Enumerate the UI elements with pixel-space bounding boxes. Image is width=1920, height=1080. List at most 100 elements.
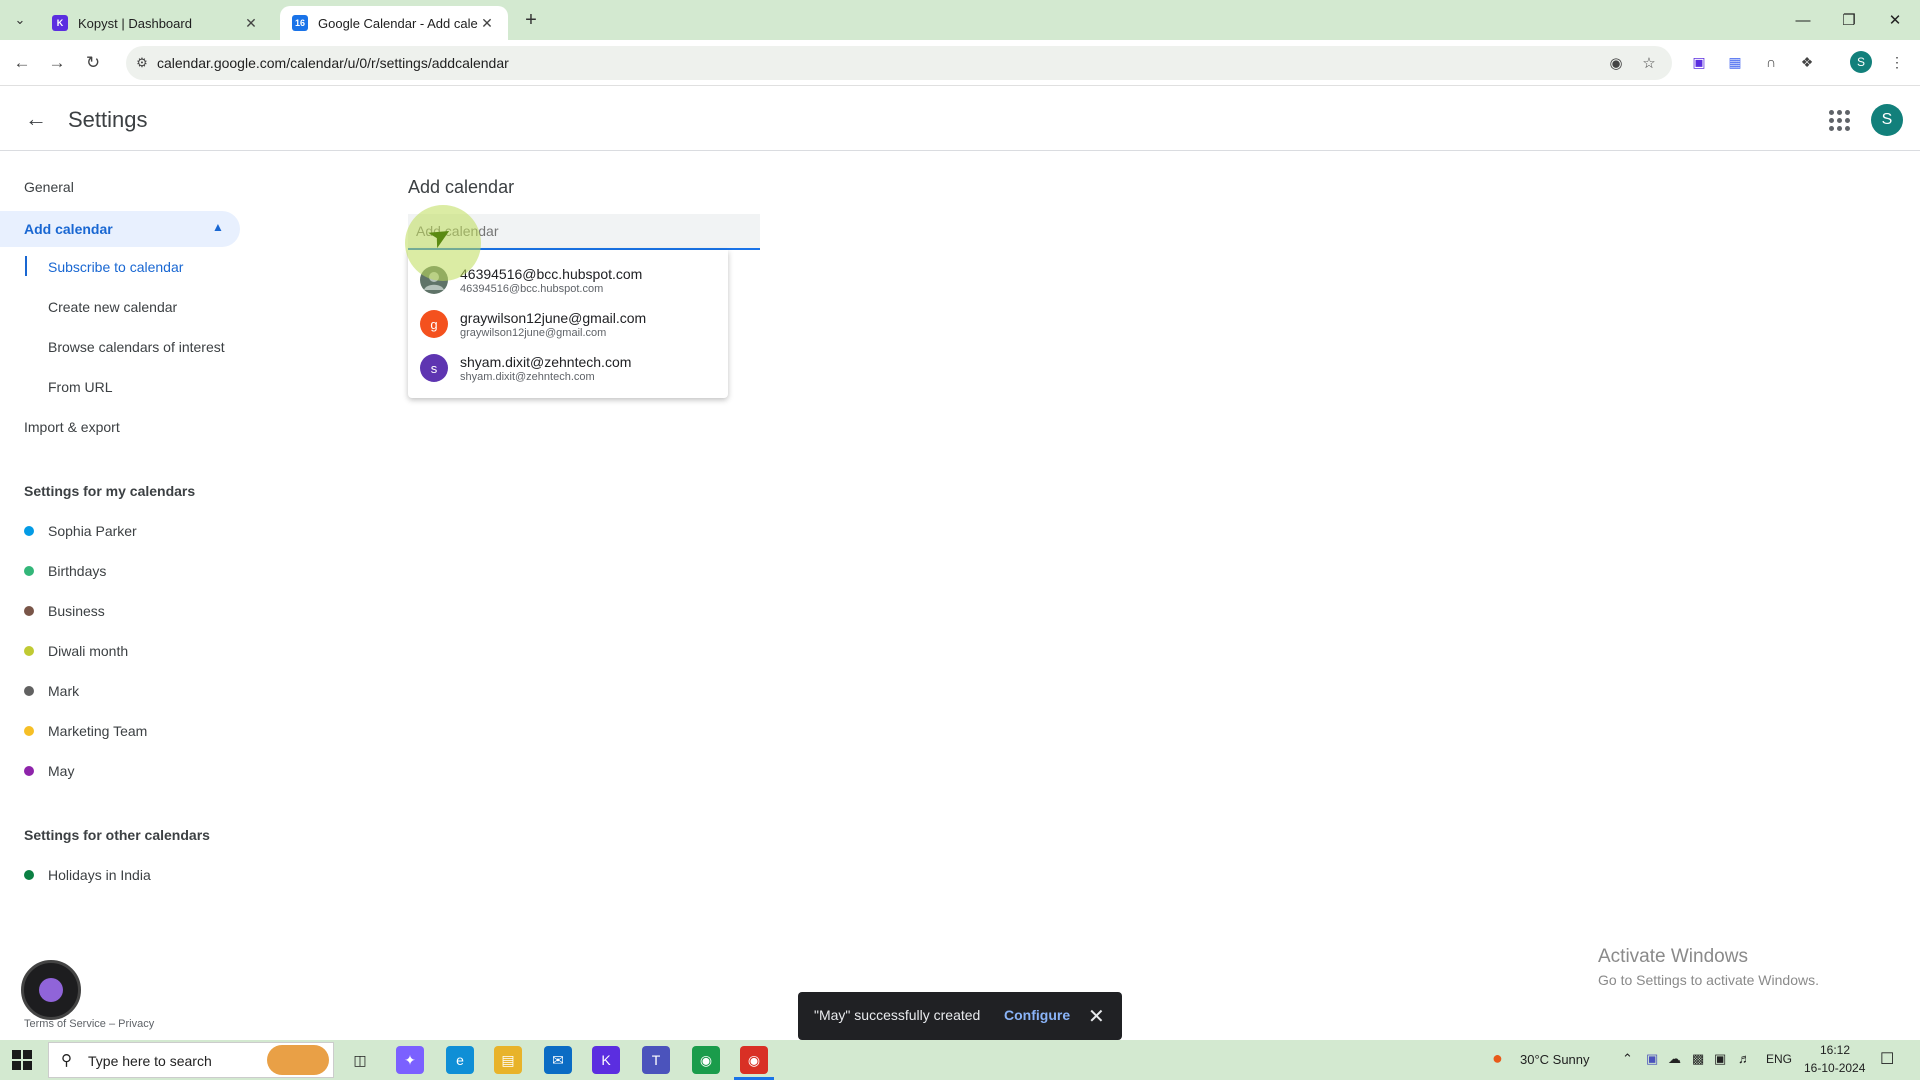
other-calendars-heading: Settings for other calendars [24,827,210,843]
calendar-item-holidays-in-india[interactable]: Holidays in India [24,865,151,885]
calendar-name: May [48,763,75,779]
suggestion-sub-email: shyam.dixit@zehntech.com [460,370,595,383]
close-tab-icon[interactable]: ✕ [242,14,260,32]
suggestion-sub-email: graywilson12june@gmail.com [460,326,607,339]
back-icon[interactable]: ← [9,50,35,76]
device-icon[interactable]: ▩ [1692,1051,1704,1067]
browser-tab-kopyst[interactable]: K Kopyst | Dashboard ✕ [40,6,272,40]
sidebar-item-subscribe-to-calendar[interactable]: Subscribe to calendar [48,259,183,275]
calendar-name: Sophia Parker [48,523,137,539]
weather-text[interactable]: 30°C Sunny [1520,1052,1590,1067]
privacy-link[interactable]: Privacy [118,1018,154,1030]
calendar-color-dot [24,726,34,736]
windows-start-icon[interactable] [12,1050,32,1070]
file-explorer-icon[interactable]: ▤ [494,1046,522,1074]
minimize-window-icon[interactable]: — [1780,0,1826,40]
volume-icon[interactable]: ♬ [1738,1051,1751,1066]
suggestion-email: graywilson12june@gmail.com [460,309,647,326]
toast-message: "May" successfully created [814,1007,981,1023]
docs-extension-icon[interactable]: ▦ [1724,51,1746,73]
calendar-name: Marketing Team [48,723,148,739]
browser-menu-kebab-icon[interactable]: ⋮ [1886,51,1908,73]
sidebar-item-create-new-calendar[interactable]: Create new calendar [48,299,177,315]
configure-button[interactable]: Configure [1004,1007,1070,1023]
sidebar-item-add-calendar[interactable]: Add calendar ▲ [0,211,240,247]
calendar-item-diwali-month[interactable]: Diwali month [24,641,128,661]
calendar-item-may[interactable]: May [24,761,74,781]
calendar-item-mark[interactable]: Mark [24,681,79,701]
back-arrow-icon[interactable]: ← [22,105,50,133]
browser-toolbar: ← → ↻ ⚙ calendar.google.com/calendar/u/0… [0,40,1920,86]
search-icon: ⚲ [61,1052,72,1069]
close-window-icon[interactable]: ✕ [1872,0,1918,40]
close-tab-icon[interactable]: ✕ [478,14,496,32]
new-tab-plus-icon[interactable]: + [520,9,542,31]
google-apps-grid-icon[interactable] [1826,107,1850,131]
arc-extension-icon[interactable]: ∩ [1760,51,1782,73]
onedrive-cloud-icon[interactable]: ☁ [1668,1051,1681,1067]
taskbar-search[interactable]: ⚲ Type here to search [48,1042,334,1078]
calendar-color-dot [24,566,34,576]
sidebar-item-label: Add calendar [24,221,113,237]
forward-icon[interactable]: → [44,50,70,76]
suggestion-item[interactable]: s shyam.dixit@zehntech.com shyam.dixit@z… [408,346,728,390]
teams-tray-icon[interactable]: ▣ [1646,1051,1658,1067]
address-bar[interactable]: ⚙ calendar.google.com/calendar/u/0/r/set… [126,46,1672,80]
account-avatar[interactable]: S [1871,104,1903,136]
language-indicator[interactable]: ENG [1766,1052,1792,1066]
suggestion-sub-email: 46394516@bcc.hubspot.com [460,282,604,295]
sidebar-item-general[interactable]: General [24,179,74,195]
calendar-name: Mark [48,683,80,699]
close-icon[interactable]: ✕ [1088,1004,1105,1029]
tab-search-chevron-icon[interactable]: ⌄ [8,8,32,32]
watermark-title: Activate Windows [1598,946,1748,967]
calendar-item-birthdays[interactable]: Birthdays [24,561,106,581]
sidebar-item-import-export[interactable]: Import & export [24,419,120,435]
terms-link[interactable]: Terms of Service [24,1018,106,1030]
suggestion-item[interactable]: g graywilson12june@gmail.com graywilson1… [408,302,728,346]
suggestion-email: shyam.dixit@zehntech.com [460,353,632,370]
activate-windows-watermark: Activate Windows Go to Settings to activ… [1598,946,1819,988]
teams-icon[interactable]: T [642,1046,670,1074]
lens-icon[interactable]: ◉ [1606,53,1626,73]
url-text[interactable]: calendar.google.com/calendar/u/0/r/setti… [157,55,509,71]
browser-tabstrip: ⌄ K Kopyst | Dashboard ✕ 16 Google Calen… [0,0,1920,40]
extensions-puzzle-icon[interactable]: ❖ [1796,51,1818,73]
browser-tab-calendar[interactable]: 16 Google Calendar - Add calenda ✕ [280,6,508,40]
windows-taskbar: ⚲ Type here to search ◫ ✦ e ▤ ✉ K T ◉ ◉ … [0,1040,1920,1080]
site-info-icon[interactable]: ⚙ [132,53,152,73]
suggestion-email: 46394516@bcc.hubspot.com [460,265,643,282]
calendar-item-sophia-parker[interactable]: Sophia Parker [24,521,137,541]
snackbar-toast: "May" successfully created Configure ✕ [798,992,1122,1040]
calendar-item-business[interactable]: Business [24,601,105,621]
tab-title: Google Calendar - Add calenda [318,15,478,31]
chrome-icon[interactable]: ◉ [692,1046,720,1074]
reload-icon[interactable]: ↻ [80,50,106,76]
mail-icon[interactable]: ✉ [544,1046,572,1074]
calendar-color-dot [24,646,34,656]
kopyst-taskbar-icon[interactable]: K [592,1046,620,1074]
page-title: Settings [68,107,148,132]
bookmark-star-icon[interactable]: ☆ [1639,53,1659,73]
restore-window-icon[interactable]: ❐ [1826,0,1872,40]
sidebar-item-from-url[interactable]: From URL [48,379,113,395]
task-view-icon[interactable]: ◫ [346,1046,374,1074]
tab-title: Kopyst | Dashboard [78,15,192,31]
edge-browser-icon[interactable]: e [446,1046,474,1074]
sidebar-item-browse-calendars[interactable]: Browse calendars of interest [48,339,225,355]
chevron-up-icon[interactable]: ▲ [212,220,224,234]
calendar-name: Diwali month [48,643,129,659]
chrome-profile-icon[interactable]: ◉ [740,1046,768,1074]
kopyst-extension-icon[interactable]: ▣ [1688,51,1710,73]
copilot-icon[interactable]: ✦ [396,1046,424,1074]
assistant-orb-icon[interactable] [21,960,81,1020]
clock-time[interactable]: 16:12 [1820,1043,1850,1057]
calendar-color-dot [24,606,34,616]
calendar-item-marketing-team[interactable]: Marketing Team [24,721,147,741]
network-icon[interactable]: ▣ [1714,1051,1726,1067]
browser-profile-avatar[interactable]: S [1850,51,1872,73]
clock-date[interactable]: 16-10-2024 [1804,1061,1865,1075]
footer-links: Terms of Service – Privacy [24,1018,154,1030]
notification-icon[interactable]: ☐ [1880,1049,1894,1069]
chevron-up-icon[interactable]: ⌃ [1622,1051,1633,1067]
